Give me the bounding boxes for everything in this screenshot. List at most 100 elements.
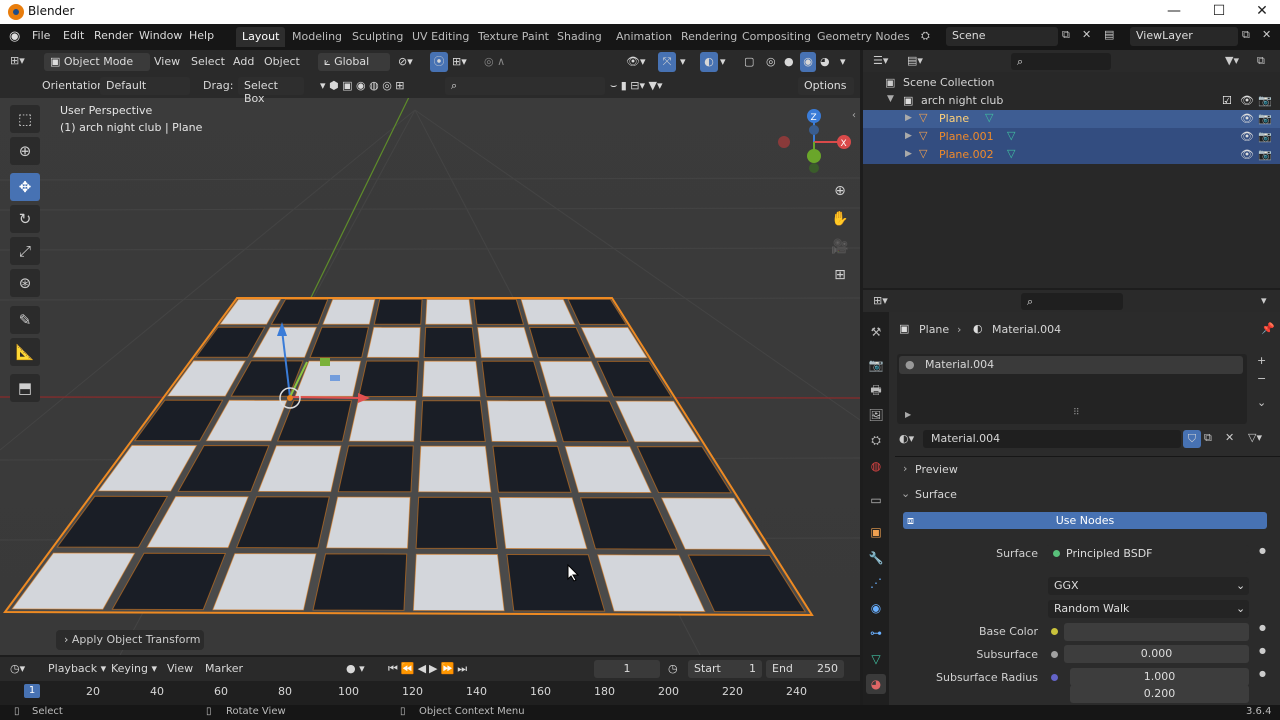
color-socket-icon[interactable] [1051,628,1058,635]
pan-hand-icon[interactable]: ✋ [827,206,853,232]
scale-tool[interactable]: ⤢ [10,237,40,265]
subsurface-radius-x-field[interactable]: 1.000 [1070,668,1249,686]
measure-tool[interactable]: 📐 [10,338,40,366]
view-layer-tab-icon[interactable]: 🖼 [866,405,886,425]
base-color-field[interactable] [1064,623,1249,641]
tab-compositing[interactable]: Compositing [736,27,817,47]
modifier-tab-icon[interactable]: 🔧 [866,548,886,568]
world-tab-icon[interactable]: ◍ [866,456,886,476]
editor-type-icon[interactable]: ⊞▾ [10,54,25,67]
navigation-gizmo[interactable]: Z X [772,104,854,180]
tab-geometry-nodes[interactable]: Geometry Nodes [811,27,916,47]
filter-icons[interactable]: ▾ ⬢ ▣ ◉ ◍ ◎ ⊞ [320,79,405,92]
menu-view[interactable]: View [154,55,180,68]
menu-window[interactable]: Window [139,29,182,42]
use-nodes-button[interactable]: ⧈ Use Nodes [903,512,1267,529]
duplicate-material-icon[interactable]: ⧉ [1204,431,1212,445]
options-dropdown[interactable]: Options [798,77,854,95]
outliner-row-scene-collection[interactable]: ▣ Scene Collection [863,74,1280,92]
keying-menu[interactable]: Keying ▾ [111,662,157,675]
gizmo-toggle-icon[interactable]: ⤧ [658,52,676,72]
properties-editor-icon[interactable]: ⊞▾ [873,294,888,307]
slot-specials-icon[interactable]: ⌄ [1257,396,1266,409]
end-frame-field[interactable]: End 250 [766,660,844,678]
chevron-right-icon[interactable]: ▶ [905,410,911,419]
link-mode-icon[interactable]: ▽▾ [1248,431,1262,444]
filter-icon[interactable]: ▼▾ [1225,54,1239,67]
material-slot-row[interactable]: ● Material.004 [899,356,1243,374]
vector-socket-icon[interactable] [1051,674,1058,681]
chevron-right-icon[interactable]: ▶ [905,113,912,123]
properties-options-icon[interactable]: ▾ [1261,294,1267,307]
material-tab-icon[interactable]: ◕ [866,674,886,694]
camera-render-icon[interactable]: 📷 [1258,112,1272,125]
playhead-frame-label[interactable]: 1 [24,684,40,698]
properties-search-input[interactable]: ⌕ [1021,293,1123,310]
value-socket-icon[interactable] [1051,651,1058,658]
transform-tool[interactable]: ⊛ [10,269,40,297]
outliner-row-collection[interactable]: ▼ ▣ arch night club ☑ 👁 📷 [863,92,1280,110]
camera-render-icon[interactable]: 📷 [1258,148,1272,161]
outliner-row-plane-001[interactable]: ▶ ▽ Plane.001 ▽ 👁 📷 [863,128,1280,146]
playback-controls[interactable]: ⏮⏪◀▶⏩⏭ [388,662,470,676]
timeline-view-menu[interactable]: View [167,662,193,675]
view-layer-icon[interactable]: ▤ [1104,28,1114,41]
xray-icon[interactable]: ▢ [744,55,754,68]
subsurface-radius-y-field[interactable]: 0.200 [1070,685,1249,703]
tab-sculpting[interactable]: Sculpting [346,27,409,47]
orientation-dropdown[interactable]: Default [100,77,190,95]
zoom-icon[interactable]: ⊕ [827,178,853,204]
preview-panel-header[interactable]: Preview [915,463,958,476]
remove-slot-icon[interactable]: − [1257,372,1266,385]
chevron-down-icon[interactable]: ▼ [887,94,894,104]
menu-edit[interactable]: Edit [63,29,84,42]
surface-shader-field[interactable]: Principled BSDF [1046,545,1249,563]
distribution-dropdown[interactable]: GGX ⌄ [1048,577,1249,595]
gizmo-dropdown-icon[interactable]: ▾ [680,55,686,68]
add-slot-icon[interactable]: + [1257,354,1266,367]
subsurface-field[interactable]: 0.000 [1064,645,1249,663]
chevron-right-icon[interactable]: ▶ [905,149,912,159]
view-layer-selector[interactable]: ViewLayer [1130,27,1238,46]
annotate-tool[interactable]: ✎ [10,306,40,334]
material-name-field[interactable]: Material.004 [923,430,1181,448]
surface-panel-header[interactable]: Surface [915,488,957,501]
eye-icon[interactable]: 👁 [1240,148,1254,161]
cursor-tool[interactable]: ⊕ [10,137,40,165]
playback-menu[interactable]: Playback ▾ [48,662,106,675]
display-mode-icon[interactable]: ▤▾ [907,54,923,67]
menu-add[interactable]: Add [233,55,254,68]
new-view-layer-icon[interactable]: ⧉ [1242,28,1250,42]
keyframe-dot-icon[interactable]: ● [1259,623,1266,632]
outliner-row-plane[interactable]: ▶ ▽ Plane ▽ 👁 📷 [863,110,1280,128]
snap-target-icon[interactable]: ⊞▾ [452,55,467,68]
render-tab-icon[interactable]: 📷 [866,355,886,375]
keyframe-dot-icon[interactable]: ● [1259,669,1266,678]
camera-view-icon[interactable]: 🎥 [827,234,853,260]
menu-render[interactable]: Render [94,29,133,42]
new-scene-icon[interactable]: ⧉ [1062,28,1070,42]
last-operator-panel[interactable]: › Apply Object Transform [56,630,204,650]
exclude-checkbox-icon[interactable]: ☑ [1222,94,1232,107]
eye-icon[interactable]: 👁 [1240,94,1254,107]
proportional-edit-icon[interactable]: ◎ ∧ [484,55,505,68]
auto-keying-icon[interactable]: ● ▾ [346,662,365,675]
outliner-row-plane-002[interactable]: ▶ ▽ Plane.002 ▽ 👁 📷 [863,146,1280,164]
overlay-toggle-icon[interactable]: ◐ [700,52,718,72]
tab-layout[interactable]: Layout [236,27,286,47]
3d-viewport[interactable] [0,50,860,655]
keyframe-filter-icons[interactable]: ⌣ ▮ ⊟▾ ▼▾ [610,79,663,93]
constraints-tab-icon[interactable]: ⊶ [866,623,886,643]
keyframe-dot-icon[interactable]: ● [1259,546,1266,555]
eye-icon[interactable]: 👁 [1240,130,1254,143]
properties-scrollbar[interactable] [1271,292,1279,692]
unlink-material-icon[interactable]: ✕ [1225,431,1234,444]
timeline-ruler[interactable]: 1 20 40 60 80 100 120 140 160 180 200 22… [0,681,860,705]
visibility-icon[interactable]: 👁▾ [626,55,646,68]
menu-help[interactable]: Help [189,29,214,42]
timeline-editor-icon[interactable]: ◷▾ [10,662,25,675]
drag-dropdown[interactable]: Select Box [238,77,304,105]
perspective-toggle-icon[interactable]: ⊞ [827,262,853,288]
outliner-search-input[interactable]: ⌕ [1011,53,1111,70]
fake-user-icon[interactable]: ⛉ [1183,430,1201,448]
